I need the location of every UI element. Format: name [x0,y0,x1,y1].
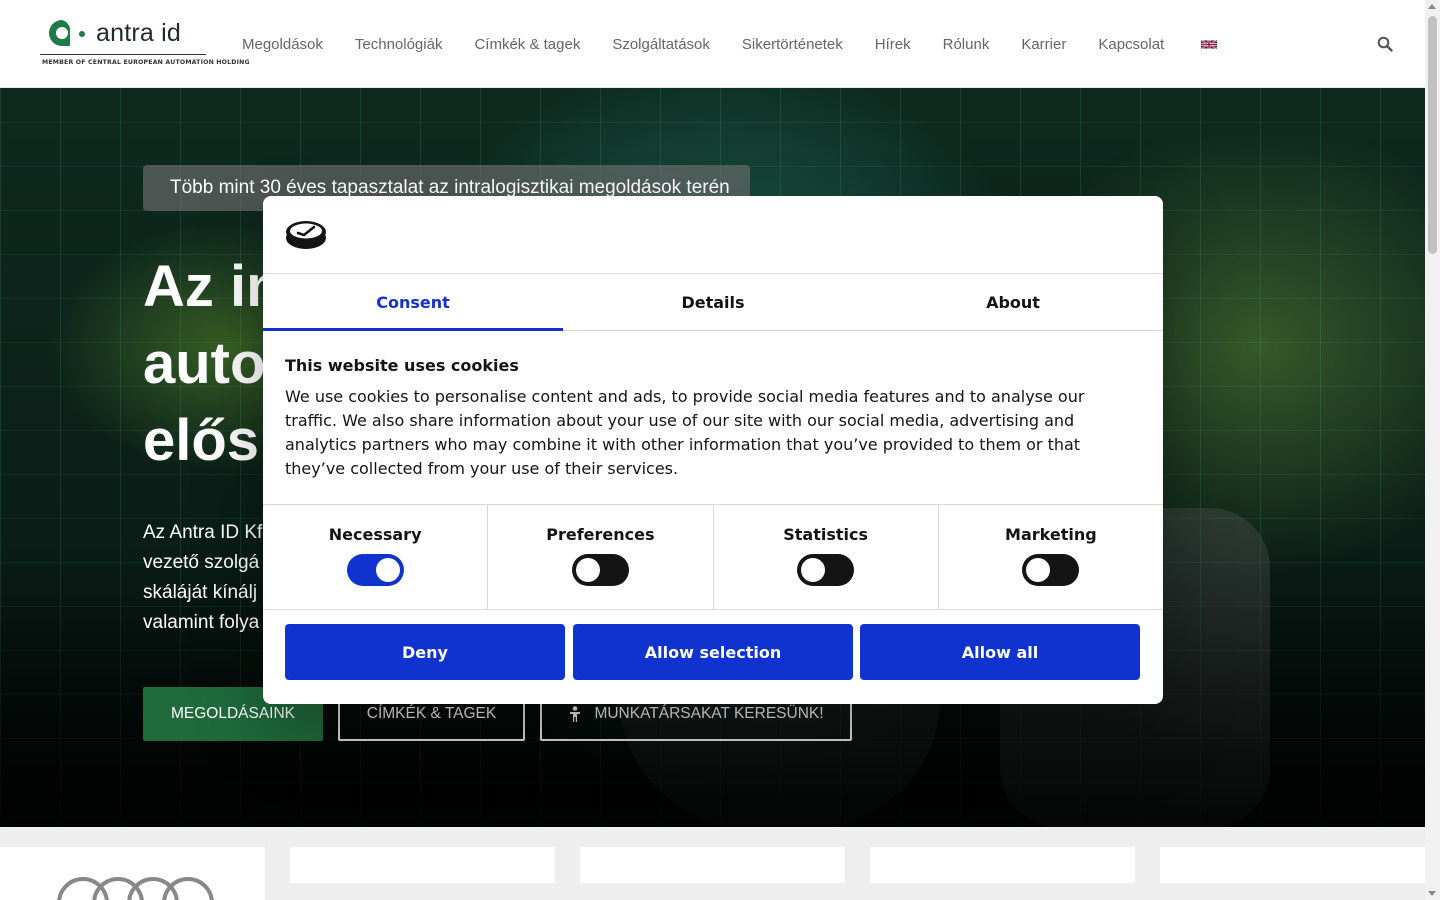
allow-all-button[interactable]: Allow all [860,624,1140,680]
nav-item-karrier[interactable]: Karrier [1021,36,1066,53]
switch-knob [801,558,826,582]
toggle-label: Preferences [546,525,655,544]
nav-item-sikertortenetek[interactable]: Sikertörténetek [742,36,843,53]
switch-knob [375,558,400,582]
nav-item-szolgaltatasok[interactable]: Szolgáltatások [612,36,710,53]
page-scrollbar[interactable] [1425,0,1440,900]
dialog-tabs: Consent Details About [263,273,1163,331]
nav-item-technologiak[interactable]: Technológiák [355,36,443,53]
logo-tagline: MEMBER OF CENTRAL EUROPEAN AUTOMATION HO… [42,59,250,66]
toggle-label: Statistics [783,525,868,544]
antra-logo-icon [49,20,85,46]
nav-item-kapcsolat[interactable]: Kapcsolat [1098,36,1164,53]
client-logo-card [290,847,555,883]
nav-item-rolunk[interactable]: Rólunk [943,36,990,53]
marketing-switch[interactable] [1022,554,1080,586]
client-logo-card [870,847,1135,883]
toggle-marketing: Marketing [939,505,1163,609]
switch-knob [575,558,600,582]
site-logo[interactable]: antra id MEMBER OF CENTRAL EUROPEAN AUTO… [40,18,250,70]
dialog-heading: This website uses cookies [285,356,519,375]
toggle-label: Necessary [328,525,422,544]
person-icon [570,706,581,722]
scrollbar-thumb[interactable] [1428,16,1437,254]
site-header: antra id MEMBER OF CENTRAL EUROPEAN AUTO… [0,0,1425,88]
scroll-up-arrow-icon[interactable] [1428,4,1436,9]
tab-details[interactable]: Details [563,274,863,330]
client-logos [0,827,1425,900]
cookie-category-toggles: Necessary Preferences Statistics Marketi… [263,504,1163,610]
logo-text: antra id [96,19,181,47]
client-logo-card [580,847,845,883]
toggle-necessary: Necessary [263,505,489,609]
client-logo-card [0,847,265,900]
cookie-consent-dialog: Consent Details About This website uses … [263,196,1163,704]
statistics-switch[interactable] [797,554,855,586]
nav-item-megoldasok[interactable]: Megoldások [242,36,323,53]
deny-button[interactable]: Deny [285,624,565,680]
switch-knob [1026,558,1051,582]
toggle-label: Marketing [1005,525,1097,544]
audi-logo-icon [57,877,214,900]
toggle-preferences: Preferences [488,505,714,609]
search-icon[interactable] [1377,36,1393,52]
uk-flag-icon[interactable] [1201,39,1218,50]
allow-selection-button[interactable]: Allow selection [573,624,853,680]
client-logo-card [1160,847,1425,883]
main-nav: Megoldások Technológiák Címkék & tagek S… [242,0,1218,88]
toggle-statistics: Statistics [714,505,939,609]
careers-button-label: MUNKATÁRSAKAT KERESÜNK! [594,705,824,722]
necessary-switch[interactable] [346,554,404,586]
dialog-body-text: We use cookies to personalise content an… [285,387,1085,478]
preferences-switch[interactable] [571,554,629,586]
nav-item-cimkek-tagek[interactable]: Címkék & tagek [474,36,580,53]
scroll-down-arrow-icon[interactable] [1428,891,1436,896]
logo-divider [40,54,206,55]
tab-consent[interactable]: Consent [263,274,563,331]
nav-item-hirek[interactable]: Hírek [875,36,911,53]
cookiebot-logo-icon [286,221,326,249]
tab-about[interactable]: About [863,274,1163,330]
